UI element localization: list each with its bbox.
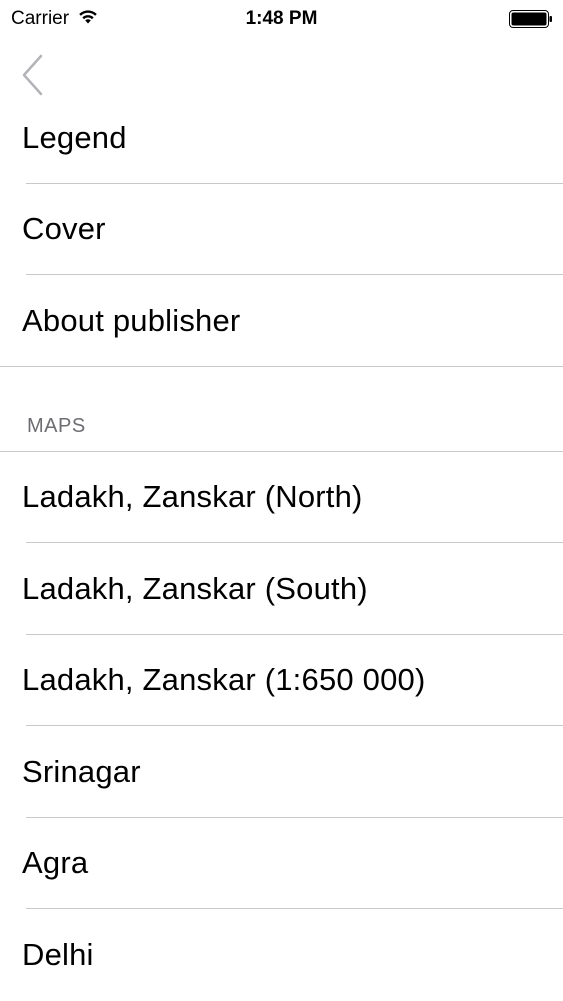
list-item-label: Agra — [22, 845, 89, 881]
list-item-label: Ladakh, Zanskar (South) — [22, 570, 368, 606]
section-title: MAPS — [27, 414, 86, 437]
list-item-about-publisher[interactable]: About publisher — [0, 275, 563, 367]
list-item-label: Legend — [22, 119, 127, 155]
list-item-cover[interactable]: Cover — [0, 184, 563, 276]
status-time: 1:48 PM — [245, 8, 318, 29]
list-item-legend[interactable]: Legend — [0, 92, 563, 184]
list-item-label: Delhi — [22, 936, 94, 972]
list-item-map[interactable]: Delhi — [0, 909, 563, 1001]
list-item-map[interactable]: Ladakh, Zanskar (North) — [0, 452, 563, 544]
list-item-label: Srinagar — [22, 753, 141, 789]
list-item-map[interactable]: Agra — [0, 818, 563, 910]
battery-full-icon — [509, 10, 553, 33]
status-bar: Carrier 1:48 PM — [0, 0, 563, 40]
section-header-maps: MAPS — [0, 366, 563, 452]
list-item-label: Ladakh, Zanskar (1:650 000) — [22, 662, 426, 698]
list-item-map[interactable]: Ladakh, Zanskar (1:650 000) — [0, 635, 563, 727]
menu-list: Legend Cover About publisher MAPS Ladakh… — [0, 92, 563, 1001]
list-item-label: Ladakh, Zanskar (North) — [22, 479, 363, 515]
list-item-map[interactable]: Srinagar — [0, 726, 563, 818]
list-item-map[interactable]: Ladakh, Zanskar (South) — [0, 543, 563, 635]
list-item-label: Cover — [22, 211, 106, 247]
list-item-label: About publisher — [22, 302, 241, 338]
